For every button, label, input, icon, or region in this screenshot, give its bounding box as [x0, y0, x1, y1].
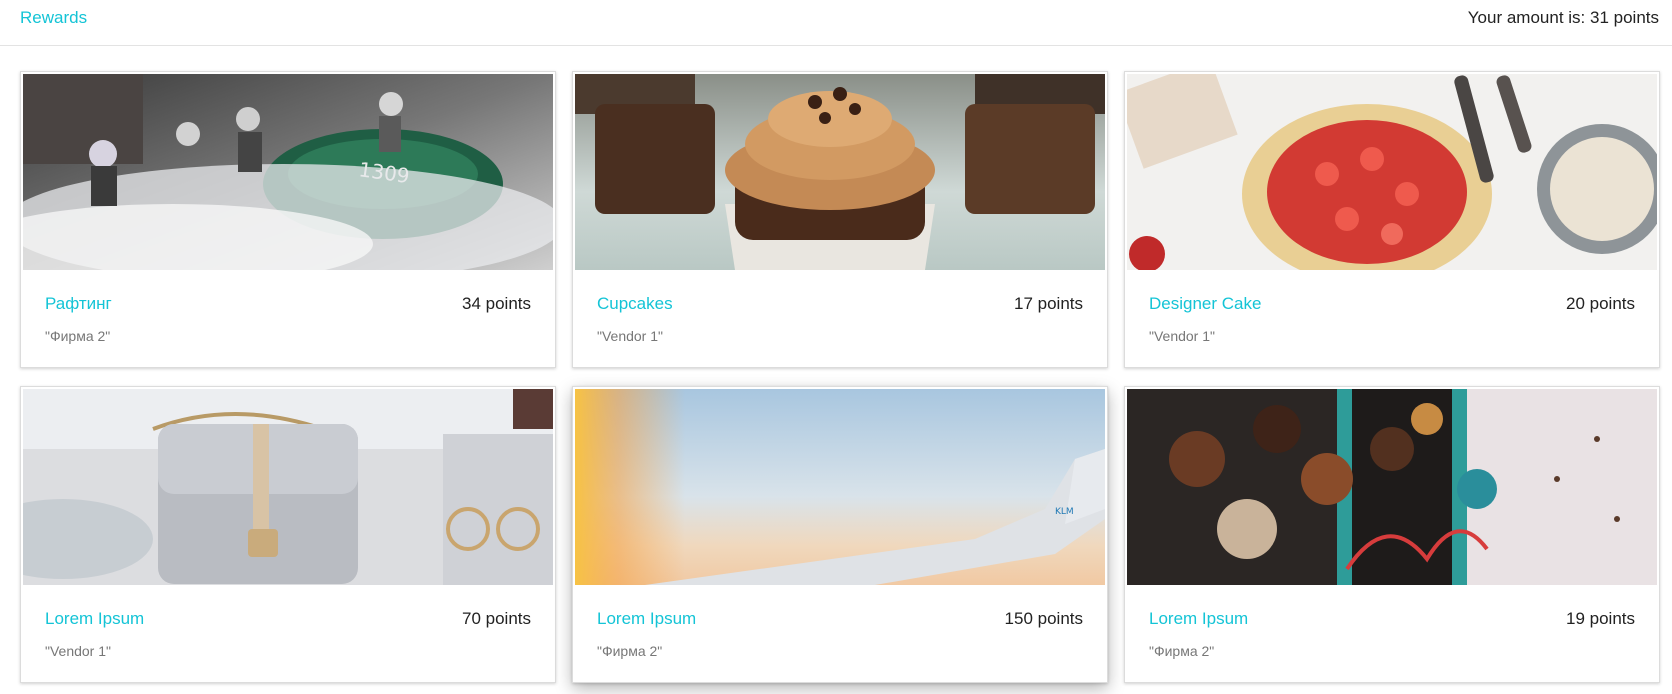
reward-title[interactable]: Designer Cake: [1149, 294, 1261, 314]
reward-title[interactable]: Lorem Ipsum: [45, 609, 144, 629]
reward-points: 17 points: [1014, 294, 1083, 313]
reward-title[interactable]: Lorem Ipsum: [1149, 609, 1248, 629]
points-balance: Your amount is: 31 points: [1467, 8, 1659, 27]
reward-title[interactable]: Lorem Ipsum: [597, 609, 696, 629]
reward-card[interactable]: Lorem Ipsum 19 points "Фирма 2": [1124, 386, 1660, 683]
reward-vendor: "Vendor 1": [45, 643, 111, 659]
handbag-photo: [23, 389, 553, 585]
reward-card[interactable]: 1309 Рафтинг 34 points "Фирма 2": [20, 71, 556, 368]
rewards-link[interactable]: Rewards: [20, 8, 87, 28]
reward-points: 20 points: [1566, 294, 1635, 313]
reward-card[interactable]: KLM Lorem Ipsum 150 points "Фирма 2": [572, 386, 1108, 683]
reward-points: 70 points: [462, 609, 531, 628]
reward-vendor: "Vendor 1": [1149, 328, 1215, 344]
reward-points: 34 points: [462, 294, 531, 313]
cupcakes-photo: [575, 74, 1105, 270]
strawberry-galette-photo: [1127, 74, 1657, 270]
reward-vendor: "Фирма 2": [1149, 643, 1215, 659]
reward-points: 150 points: [1004, 609, 1083, 628]
top-bar: Rewards Your amount is: 31 points: [0, 0, 1672, 46]
reward-vendor: "Фирма 2": [45, 328, 111, 344]
reward-title[interactable]: Cupcakes: [597, 294, 673, 314]
reward-card[interactable]: Designer Cake 20 points "Vendor 1": [1124, 71, 1660, 368]
svg-text:KLM: KLM: [1055, 507, 1074, 517]
reward-points: 19 points: [1566, 609, 1635, 628]
reward-card[interactable]: Lorem Ipsum 70 points "Vendor 1": [20, 386, 556, 683]
reward-vendor: "Фирма 2": [597, 643, 663, 659]
airplane-wing-photo: KLM: [575, 389, 1105, 585]
reward-title[interactable]: Рафтинг: [45, 294, 112, 314]
chocolates-photo: [1127, 389, 1657, 585]
rafting-photo: 1309: [23, 74, 553, 270]
reward-vendor: "Vendor 1": [597, 328, 663, 344]
reward-card[interactable]: Cupcakes 17 points "Vendor 1": [572, 71, 1108, 368]
